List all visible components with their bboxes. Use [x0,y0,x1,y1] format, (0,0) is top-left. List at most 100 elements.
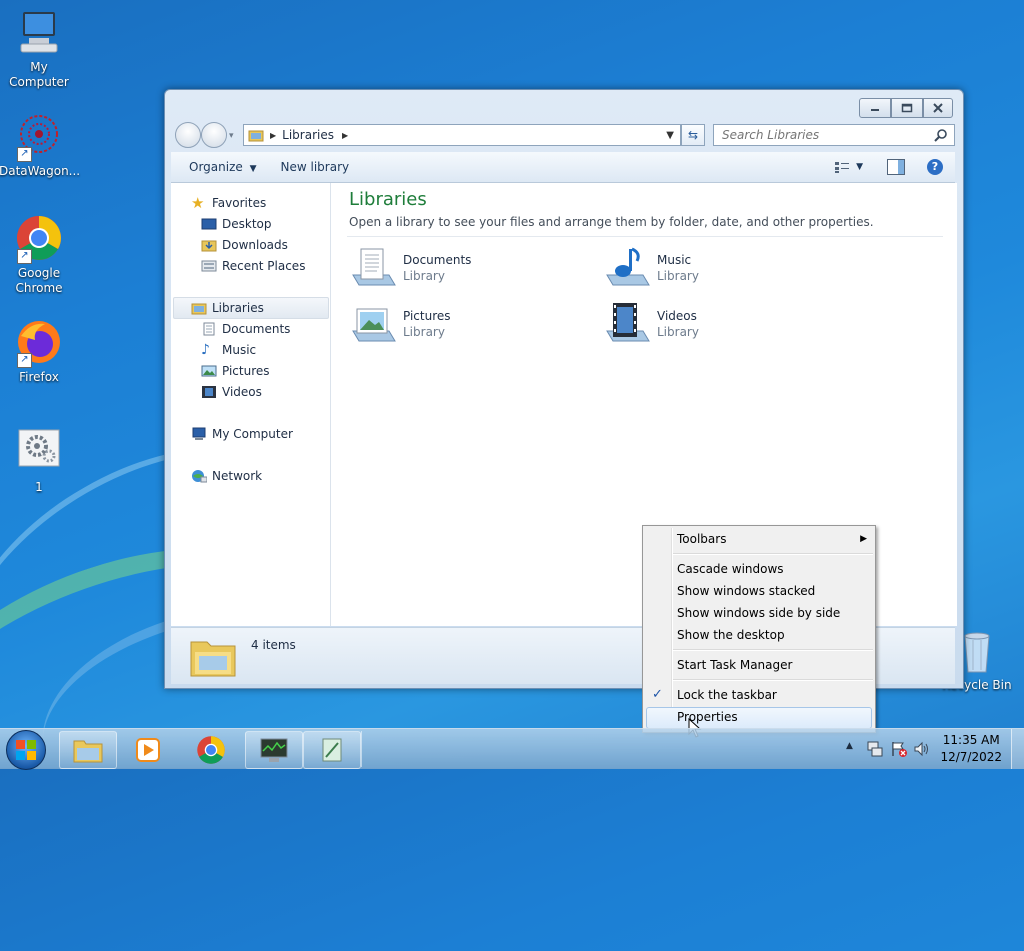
datawagon-icon: ↗ [15,112,63,162]
library-type: Library [403,325,445,339]
forward-button[interactable] [201,122,227,148]
nav-my-computer[interactable]: My Computer [191,424,293,444]
maximize-button[interactable] [891,98,923,118]
menu-label: Toolbars [677,532,727,546]
breadcrumb-libraries[interactable]: Libraries [282,128,334,142]
documents-library-icon [352,248,396,286]
shortcut-arrow-icon: ↗ [17,353,32,368]
desktop-icon-label: My Computer [9,60,69,89]
taskbar-system-monitor[interactable] [245,731,303,769]
taskbar-explorer[interactable] [59,731,117,769]
volume-icon[interactable] [913,740,931,758]
nav-network[interactable]: Network [191,466,262,486]
menu-item-toolbars[interactable]: Toolbars ▶ [677,529,867,549]
menu-item-properties[interactable]: Properties [677,707,738,727]
search-icon [934,129,947,142]
show-desktop-button[interactable] [1011,729,1024,769]
nav-videos[interactable]: Videos [201,382,262,402]
nav-documents[interactable]: Documents [201,319,290,339]
preview-pane-button[interactable] [887,159,905,175]
system-clock[interactable]: 11:35 AM 12/7/2022 [940,732,1002,766]
divider [347,236,943,237]
desktop-icon-my-computer[interactable]: My Computer [0,8,79,90]
address-bar[interactable]: ▶ Libraries ▶ ▼ [243,124,681,146]
windows-logo-icon [16,740,36,760]
desktop-icon-label: 1 [35,480,43,494]
library-name: Documents [403,253,472,267]
downloads-folder-icon [201,240,217,252]
nav-music[interactable]: ♪ Music [201,340,256,360]
organize-button[interactable]: Organize ▼ [177,155,269,179]
library-item-videos[interactable]: Videos Library [603,301,823,351]
desktop-icon-label: Firefox [19,370,59,384]
shortcut-arrow-icon: ↗ [17,147,32,162]
nav-libraries[interactable]: Libraries [191,298,264,318]
desktop-icon-google-chrome[interactable]: ↗ Google Chrome [0,214,79,296]
recent-pages-chevron-icon[interactable]: ▾ [229,131,234,141]
refresh-button[interactable]: ⇆ [681,124,705,146]
breadcrumb-arrow-icon[interactable]: ▶ [342,131,348,140]
help-button[interactable]: ? [927,159,943,175]
chevron-down-icon: ▼ [856,162,863,172]
desktop-icon-datawagon[interactable]: ↗ DataWagon... [0,112,80,179]
show-hidden-icons-button[interactable]: ▲ [846,741,853,751]
library-item-music[interactable]: Music Library [603,245,823,295]
action-center-flag-icon[interactable] [890,740,908,758]
address-dropdown-icon[interactable]: ▼ [666,130,674,141]
desktop-icon-1[interactable]: 1 [0,428,79,495]
desktop-icon [201,218,217,230]
menu-item-lock-the-taskbar[interactable]: Lock the taskbar [677,685,777,705]
submenu-arrow-icon: ▶ [860,534,867,544]
view-list-icon [835,162,850,173]
command-bar: Organize ▼ New library ▼ ? [171,152,955,183]
minimize-icon [871,109,879,111]
network-tray-icon[interactable] [866,740,884,758]
new-library-button[interactable]: New library [269,155,362,179]
menu-item-start-task-manager[interactable]: Start Task Manager [677,655,792,675]
libraries-folder-icon [190,641,236,677]
library-type: Library [657,269,699,283]
menu-item-show-windows-side-by-side[interactable]: Show windows side by side [677,603,840,623]
taskbar-media-player[interactable] [119,731,177,769]
menu-item-show-the-desktop[interactable]: Show the desktop [677,625,785,645]
library-name: Videos [657,309,697,323]
menu-item-cascade-windows[interactable]: Cascade windows [677,559,784,579]
nav-label: Favorites [212,196,267,210]
taskbar: ▲ 11:35 AM 12/7/2022 [0,728,1024,770]
menu-item-show-windows-stacked[interactable]: Show windows stacked [677,581,815,601]
view-options-button[interactable]: ▼ [834,160,863,174]
nav-label: Libraries [212,301,264,315]
menu-separator [673,679,873,681]
back-button[interactable] [175,122,201,148]
nav-pictures[interactable]: Pictures [201,361,270,381]
videos-icon [202,386,216,398]
clock-date: 12/7/2022 [940,750,1002,764]
folder-icon [73,740,103,763]
nav-downloads[interactable]: Downloads [201,235,288,255]
page-title: Libraries [349,189,427,210]
libraries-folder-icon [248,130,264,142]
star-icon: ★ [191,194,205,212]
library-item-documents[interactable]: Documents Library [349,245,569,295]
page-subtitle: Open a library to see your files and arr… [349,215,874,229]
close-button[interactable] [923,98,953,118]
search-box[interactable] [713,124,955,146]
breadcrumb-arrow-icon[interactable]: ▶ [270,131,276,140]
network-icon [192,470,207,483]
organize-label: Organize [189,160,243,174]
start-button[interactable] [6,730,46,770]
search-input[interactable] [720,127,924,143]
nav-desktop[interactable]: Desktop [201,214,272,234]
desktop-icon-firefox[interactable]: ↗ Firefox [0,318,79,385]
nav-recent-places[interactable]: Recent Places [201,256,305,276]
preview-pane-icon [898,160,904,174]
library-name: Pictures [403,309,451,323]
library-item-pictures[interactable]: Pictures Library [349,301,569,351]
taskbar-chrome[interactable] [182,731,240,769]
refresh-icon: ⇆ [687,128,699,142]
taskbar-notepad[interactable] [303,731,361,769]
recent-places-icon [201,260,217,272]
nav-favorites[interactable]: ★ Favorites [191,193,266,213]
computer-icon [192,427,206,440]
minimize-button[interactable] [859,98,891,118]
